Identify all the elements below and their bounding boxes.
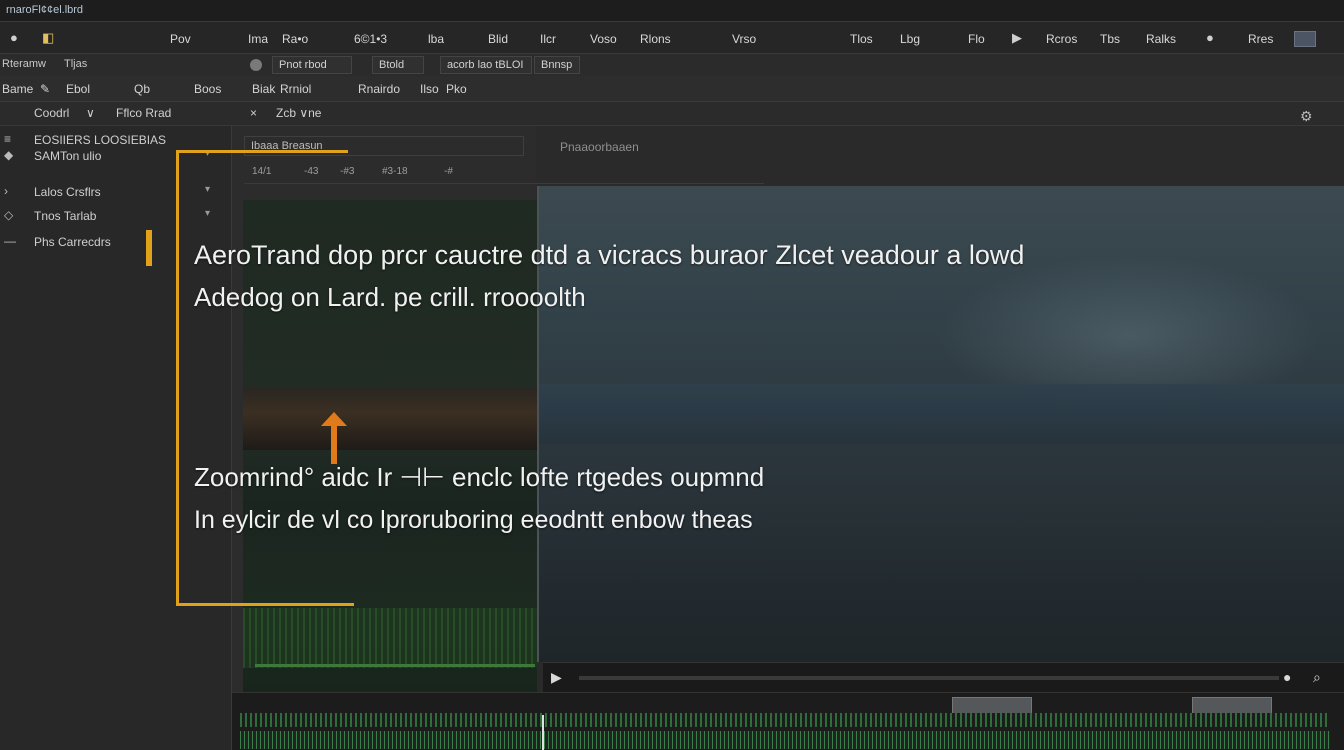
- app-menu-icon[interactable]: ●: [10, 30, 18, 45]
- toolbar-item[interactable]: Ebol: [66, 82, 90, 96]
- menu-item[interactable]: Vrso: [732, 32, 756, 46]
- menu-item[interactable]: Ilcr: [540, 32, 556, 46]
- toolbar: Bame ✎ Ebol Qb Boos Biak Rrniol Rnairdo …: [0, 76, 1344, 102]
- menu-item[interactable]: Voso: [590, 32, 617, 46]
- record-button[interactable]: ●: [1283, 669, 1291, 685]
- options-bar: Rteramw Tljas Pnot rbod Btold acorb lao …: [0, 54, 1344, 76]
- overlay-text: Adedog on Lard. pe crill. rroooolth: [194, 282, 586, 312]
- menu-item[interactable]: Ra•o: [282, 32, 308, 46]
- play-icon[interactable]: ▶: [1012, 30, 1022, 46]
- layer-icon: ◆: [4, 148, 14, 162]
- option-field[interactable]: acorb lao tBLOI: [440, 56, 532, 74]
- menu-item[interactable]: Blid: [488, 32, 508, 46]
- toolbar-item[interactable]: Pko: [446, 82, 467, 96]
- dash-icon: —: [4, 234, 16, 248]
- diamond-icon: ◇: [4, 208, 14, 222]
- record-icon[interactable]: ●: [1206, 30, 1214, 45]
- toolbar-item[interactable]: Bame: [2, 82, 33, 96]
- ruler-tick-label: #3-18: [382, 166, 408, 177]
- list-item-label: Phs Carrecdrs: [34, 235, 111, 249]
- window-button[interactable]: [1294, 31, 1316, 47]
- menu-bar: ● ◧ Pov Ima Ra•o 6©1•3 lba Blid Ilcr Vos…: [0, 22, 1344, 54]
- option-field[interactable]: Pnot rbod: [272, 56, 352, 74]
- menu-item[interactable]: Ralks: [1146, 32, 1176, 46]
- toolbar-item[interactable]: Biak: [252, 82, 275, 96]
- menu-item[interactable]: 6©1•3: [354, 32, 387, 46]
- menu-item[interactable]: Rlons: [640, 32, 671, 46]
- list-item-label: SAMTon ulio: [34, 149, 102, 163]
- pen-icon[interactable]: ✎: [40, 82, 50, 96]
- timeline[interactable]: [232, 692, 1344, 750]
- window-title: rnaroFl¢¢el.lbrd: [6, 4, 84, 16]
- viewer-band: [539, 384, 1344, 444]
- list-item-label: Lalos Crsflrs: [34, 185, 101, 199]
- menu-item[interactable]: Tbs: [1100, 32, 1120, 46]
- viewer-controls: ▶ ● ⌕: [543, 662, 1344, 692]
- video-track[interactable]: [240, 713, 1330, 727]
- marker-icon: [146, 230, 152, 266]
- selection-highlight-bottom: [176, 603, 354, 606]
- menu-item[interactable]: Ima: [248, 32, 268, 46]
- chevron-right-icon: ›: [4, 184, 8, 198]
- preview-ground: [243, 608, 537, 668]
- menu-item[interactable]: Rcros: [1046, 32, 1077, 46]
- app-logo-icon: ◧: [42, 30, 55, 45]
- ruler-tick-label: -#: [444, 166, 453, 177]
- viewer-scrubber[interactable]: [579, 676, 1279, 680]
- toolbar-item[interactable]: Boos: [194, 82, 221, 96]
- panel-bar: Coodrl ∨ Fflco Rrad × Zcb ∨ne: [0, 102, 1344, 126]
- option-field[interactable]: Bnnsp: [534, 56, 580, 74]
- title-bar: rnaroFl¢¢el.lbrd: [0, 0, 1344, 22]
- overlay-text: AeroTrand dop prcr cauctre dtd a vicracs…: [194, 240, 1025, 270]
- filter-label[interactable]: Tljas: [64, 58, 87, 70]
- play-button[interactable]: ▶: [551, 669, 562, 686]
- panel-dropdown[interactable]: Fflco Rrad: [116, 106, 171, 120]
- settings-icon[interactable]: ⚙: [1300, 108, 1313, 125]
- menu-item[interactable]: Lbg: [900, 32, 920, 46]
- option-field[interactable]: Btold: [372, 56, 424, 74]
- search-icon[interactable]: ⌕: [1313, 669, 1321, 686]
- menu-item[interactable]: Rres: [1248, 32, 1273, 46]
- menu-item[interactable]: Tlos: [850, 32, 873, 46]
- panel-dropdown[interactable]: Coodrl: [34, 106, 69, 120]
- overlay-text: Zoomrind° aidc Ir ⊣⊢ enclc lofte rtgedes…: [194, 462, 765, 492]
- list-item-label: Tnos Tarlab: [34, 209, 97, 223]
- selection-highlight: [176, 150, 348, 606]
- preview-ground-line: [255, 664, 535, 667]
- toolbar-item[interactable]: Qb: [134, 82, 150, 96]
- toolbar-item[interactable]: Ilso: [420, 82, 439, 96]
- toolbar-item[interactable]: Rnairdo: [358, 82, 400, 96]
- options-label: Rteramw: [2, 58, 47, 70]
- playhead[interactable]: [542, 715, 544, 750]
- overlay-text: In eylcir de vl co lproruboring eeodntt …: [194, 506, 753, 534]
- menu-item[interactable]: Flo: [968, 32, 985, 46]
- close-icon[interactable]: ×: [250, 106, 257, 120]
- panel-dropdown[interactable]: Zcb ∨ne: [276, 106, 321, 120]
- toolbar-item[interactable]: Rrniol: [280, 82, 311, 96]
- chevron-down-icon[interactable]: ∨: [86, 106, 95, 120]
- viewer-label: Pnaaoorbaaen: [560, 140, 639, 154]
- toggle-dot-icon[interactable]: [250, 59, 262, 71]
- menu-item[interactable]: Pov: [170, 32, 191, 46]
- audio-track[interactable]: [240, 731, 1330, 749]
- menu-item[interactable]: lba: [428, 32, 444, 46]
